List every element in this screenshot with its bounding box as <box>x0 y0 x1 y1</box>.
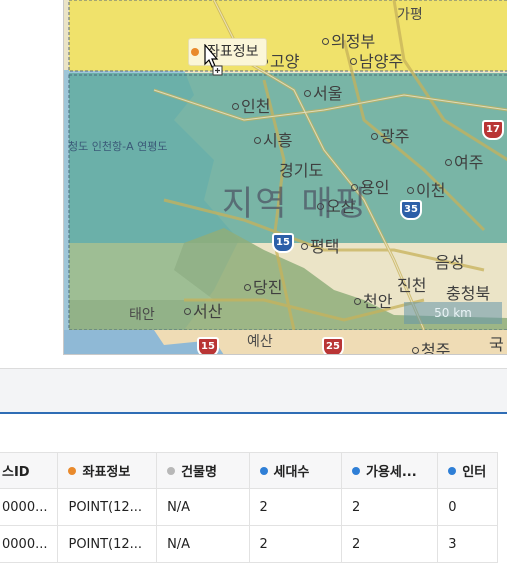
highway-shield: 17 <box>482 120 504 140</box>
place-label: 진천 <box>397 276 427 295</box>
table-cell: 2 <box>248 525 342 563</box>
panel-divider <box>0 368 507 414</box>
map-panel[interactable]: 가평 의정부 남양주 고양 서울 인천 시흥 광주 여주 경기도 용인 이천 오… <box>63 0 507 355</box>
place-label: 이천 <box>407 177 445 201</box>
place-label: 서울 <box>304 80 342 104</box>
column-header-coordinates[interactable]: 좌표정보 <box>57 452 158 489</box>
highway-shield: 15 <box>272 233 294 253</box>
place-label: 예산 <box>247 334 273 350</box>
map-title: 지역 매핑 <box>222 184 368 224</box>
place-label: 남양주 <box>350 48 403 72</box>
place-label: 청주 <box>412 337 450 354</box>
highway-shield: 35 <box>400 200 422 220</box>
table-header-row: 스ID 좌표정보 건물명 세대수 가용세... 인터 <box>0 452 498 489</box>
field-type-dot <box>191 48 199 56</box>
table-cell: 2 <box>340 525 439 563</box>
table-cell: 2 <box>340 488 439 526</box>
place-label: 태안 <box>129 307 155 323</box>
place-label: 평택 <box>301 233 339 257</box>
place-label: 광주 <box>371 123 409 147</box>
table-cell: POINT(12... <box>57 525 158 563</box>
table-cell: 0000... <box>0 488 59 526</box>
place-label: 시흥 <box>254 127 292 151</box>
column-header-building-name[interactable]: 건물명 <box>156 452 250 489</box>
highway-shield: 25 <box>322 337 344 354</box>
place-label: 가평 <box>397 7 423 23</box>
data-table: 스ID 좌표정보 건물명 세대수 가용세... 인터 0000... POINT… <box>0 452 498 563</box>
coast-label: 청도 인천항-A 연평도 <box>68 140 168 153</box>
table-row[interactable]: 0000... POINT(12... N/A 2 2 0 <box>0 488 498 526</box>
map-scale-bar: 50 km <box>404 302 502 324</box>
place-label: 서산 <box>184 298 222 322</box>
app-root: 가평 의정부 남양주 고양 서울 인천 시흥 광주 여주 경기도 용인 이천 오… <box>0 0 507 574</box>
table-cell: POINT(12... <box>57 488 158 526</box>
place-label: 음성 <box>435 253 465 272</box>
table-cell: 0 <box>437 488 498 526</box>
highway-shield: 15 <box>197 337 219 354</box>
place-label: 인천 <box>232 93 270 117</box>
table-cell: N/A <box>156 525 250 563</box>
column-header-available[interactable]: 가용세... <box>340 452 439 489</box>
column-header-id[interactable]: 스ID <box>0 452 59 489</box>
table-cell: 2 <box>248 488 342 526</box>
drag-tooltip-coordinates[interactable]: 좌표정보 <box>188 38 267 66</box>
column-header-households[interactable]: 세대수 <box>248 452 342 489</box>
table-cell: 0000... <box>0 525 59 563</box>
place-label: 당진 <box>244 274 282 298</box>
table-row[interactable]: 0000... POINT(12... N/A 2 2 3 <box>0 525 498 563</box>
table-cell: N/A <box>156 488 250 526</box>
drag-cursor-icon <box>204 44 223 76</box>
place-label: 천안 <box>354 288 392 312</box>
place-label: 충청북 <box>446 284 491 303</box>
place-label: 여주 <box>445 149 483 173</box>
table-cell: 3 <box>437 525 498 563</box>
column-header-inter[interactable]: 인터 <box>437 452 498 489</box>
place-label: 국 <box>489 335 504 354</box>
